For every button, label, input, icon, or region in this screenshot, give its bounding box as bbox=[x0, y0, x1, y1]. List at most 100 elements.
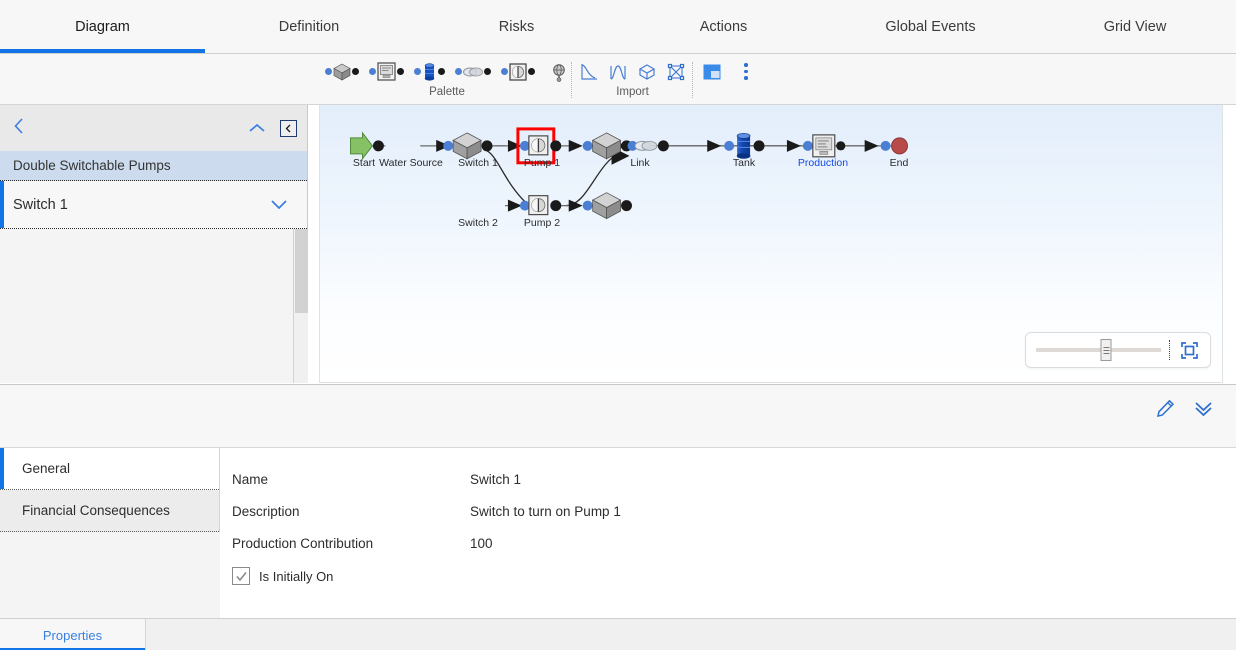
zoom-slider[interactable] bbox=[1036, 339, 1161, 361]
vtabs-filler bbox=[0, 532, 220, 618]
node-label-pump-1: Pump 1 bbox=[523, 157, 561, 169]
tab-actions-label: Actions bbox=[699, 18, 748, 35]
diagram-node-tank bbox=[724, 132, 765, 159]
sidebar-scrollbar[interactable] bbox=[293, 229, 308, 383]
vtab-financial-consequences[interactable]: Financial Consequences bbox=[0, 490, 219, 532]
import-curve-icon[interactable] bbox=[578, 61, 600, 83]
import-layout-icon[interactable] bbox=[665, 61, 687, 83]
palette-switch-icon[interactable] bbox=[501, 62, 535, 82]
bottom-tab-bar: Properties bbox=[0, 618, 1236, 650]
more-menu-group bbox=[744, 54, 748, 105]
application-window: Diagram Definition Risks Actions Global … bbox=[0, 0, 1236, 650]
tab-global-events-label: Global Events bbox=[885, 18, 976, 35]
diagram-canvas[interactable]: Start Water Source Switch 1 Pump 1 Switc… bbox=[319, 105, 1223, 383]
navigation-sidebar: Double Switchable Pumps Switch 1 bbox=[0, 105, 308, 383]
field-value-production-contribution[interactable]: 100 bbox=[470, 536, 493, 551]
tab-definition[interactable]: Definition bbox=[205, 0, 413, 53]
tab-risks[interactable]: Risks bbox=[413, 0, 620, 53]
tab-grid-view-label: Grid View bbox=[1103, 18, 1167, 35]
more-vertical-icon[interactable] bbox=[744, 63, 748, 80]
diagram-node-end bbox=[880, 137, 909, 155]
sidebar-breadcrumb-label: Double Switchable Pumps bbox=[13, 158, 171, 173]
main-tab-bar: Diagram Definition Risks Actions Global … bbox=[0, 0, 1236, 54]
more-menu-icons bbox=[744, 54, 748, 86]
tab-grid-view[interactable]: Grid View bbox=[1034, 0, 1236, 53]
is-initially-on-label: Is Initially On bbox=[259, 568, 334, 584]
zoom-control bbox=[1025, 332, 1211, 368]
node-label-switch-2: Switch 2 bbox=[458, 217, 498, 229]
sidebar-item-label: Switch 1 bbox=[13, 196, 68, 213]
palette-icons bbox=[325, 54, 569, 86]
picture-in-picture-icon[interactable] bbox=[701, 61, 723, 83]
zoom-divider bbox=[1169, 340, 1170, 360]
is-initially-on-checkbox[interactable] bbox=[232, 567, 250, 585]
diagram-node-link bbox=[627, 140, 669, 152]
palette-caption: Palette bbox=[429, 86, 465, 98]
field-value-name[interactable]: Switch 1 bbox=[470, 472, 521, 487]
field-value-description[interactable]: Switch to turn on Pump 1 bbox=[470, 504, 621, 519]
tab-diagram[interactable]: Diagram bbox=[0, 0, 205, 53]
tab-diagram-label: Diagram bbox=[75, 18, 130, 35]
sidebar-breadcrumb-item[interactable]: Double Switchable Pumps bbox=[0, 151, 307, 181]
sidebar-header-actions bbox=[248, 105, 297, 151]
diagram-node-water-source bbox=[443, 132, 493, 160]
zoom-slider-thumb[interactable] bbox=[1100, 339, 1112, 361]
sidebar-header bbox=[0, 105, 307, 151]
palette-global-event-icon[interactable] bbox=[549, 62, 569, 82]
field-label-name: Name bbox=[232, 471, 269, 487]
node-label-production: Production bbox=[797, 157, 849, 169]
import-block-icon[interactable] bbox=[636, 61, 658, 83]
import-caption: Import bbox=[616, 86, 649, 98]
tab-definition-label: Definition bbox=[278, 18, 340, 35]
tab-global-events[interactable]: Global Events bbox=[827, 0, 1034, 53]
node-label-water-source: Water Source bbox=[379, 157, 443, 169]
properties-fields: Name Switch 1 Description Switch to turn… bbox=[220, 448, 1236, 618]
sidebar-selection-accent bbox=[0, 181, 4, 228]
field-label-production-contribution: Production Contribution bbox=[232, 535, 374, 551]
chevron-up-icon[interactable] bbox=[248, 122, 266, 134]
field-row-description: Description Switch to turn on Pump 1 bbox=[220, 495, 1236, 527]
chevron-left-icon[interactable] bbox=[12, 117, 26, 139]
palette-production-icon[interactable] bbox=[369, 61, 404, 82]
diagram-toolbar: Palette Import bbox=[0, 54, 1236, 105]
tab-risks-label: Risks bbox=[498, 18, 535, 35]
pip-group bbox=[701, 54, 723, 105]
diagram-node-production bbox=[802, 134, 846, 158]
palette-link-icon[interactable] bbox=[455, 63, 491, 81]
collapse-panel-icon[interactable] bbox=[280, 119, 297, 137]
palette-tank-icon[interactable] bbox=[414, 62, 445, 82]
edit-pencil-icon[interactable] bbox=[1156, 399, 1175, 418]
bottom-tab-properties-label: Properties bbox=[42, 627, 103, 643]
vtab-general[interactable]: General bbox=[0, 448, 219, 490]
properties-header bbox=[0, 384, 1236, 448]
palette-block-icon[interactable] bbox=[325, 62, 359, 82]
sidebar-scrollbar-thumb[interactable] bbox=[295, 229, 308, 313]
properties-header-actions bbox=[1156, 399, 1214, 418]
sidebar-item-switch-1[interactable]: Switch 1 bbox=[0, 181, 307, 229]
double-chevron-down-icon[interactable] bbox=[1193, 399, 1214, 418]
node-label-link: Link bbox=[630, 157, 650, 169]
import-group: Import bbox=[578, 54, 687, 105]
tab-actions[interactable]: Actions bbox=[620, 0, 827, 53]
pip-icons bbox=[701, 54, 723, 86]
field-row-is-initially-on: Is Initially On bbox=[220, 567, 1236, 585]
vtab-general-label: General bbox=[22, 461, 71, 476]
chevron-down-icon[interactable] bbox=[269, 198, 289, 211]
diagram-node-pump-2 bbox=[582, 192, 633, 220]
properties-vertical-tabs: General Financial Consequences bbox=[0, 448, 220, 618]
palette-group: Palette bbox=[325, 54, 569, 105]
toolbar-separator-2 bbox=[692, 62, 693, 98]
field-row-production-contribution: Production Contribution 100 bbox=[220, 527, 1236, 559]
toolbar-separator-1 bbox=[571, 62, 572, 98]
vtab-financial-consequences-label: Financial Consequences bbox=[22, 503, 170, 518]
field-label-description: Description bbox=[232, 503, 300, 519]
field-row-name: Name Switch 1 bbox=[220, 463, 1236, 495]
node-label-start: Start bbox=[352, 157, 376, 169]
import-distribution-icon[interactable] bbox=[607, 61, 629, 83]
node-label-switch-1: Switch 1 bbox=[458, 157, 498, 169]
fit-to-screen-icon[interactable] bbox=[1178, 339, 1200, 361]
node-label-tank: Tank bbox=[732, 157, 756, 169]
node-label-pump-2: Pump 2 bbox=[523, 217, 561, 229]
bottom-tab-properties[interactable]: Properties bbox=[0, 619, 146, 650]
properties-panel: General Financial Consequences Name Swit… bbox=[0, 448, 1236, 618]
